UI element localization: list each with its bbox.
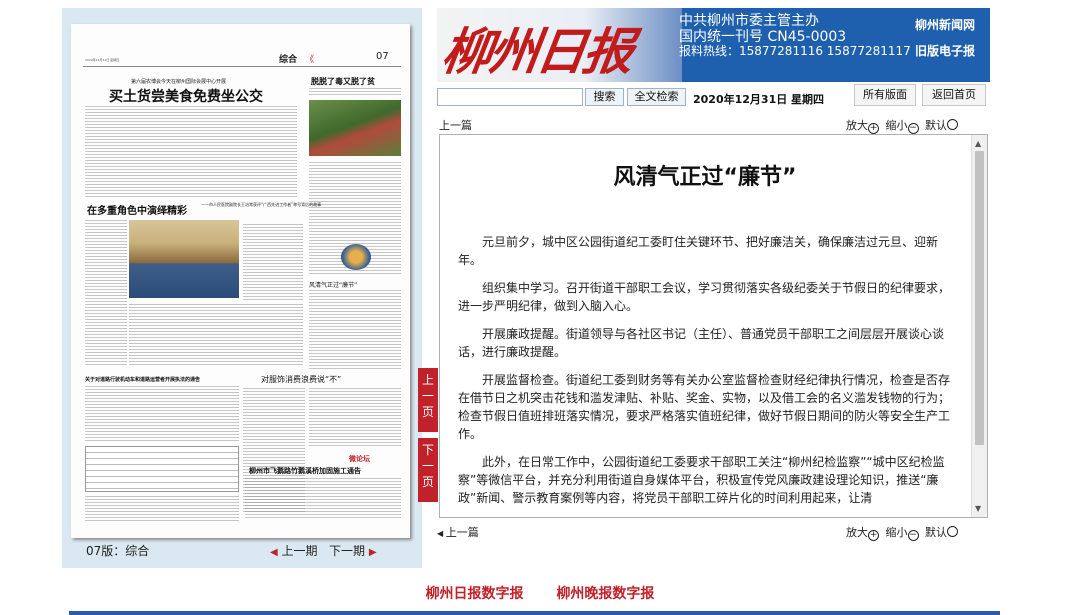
prev-article-label: 上一篇 [445, 526, 479, 539]
paper-table [85, 446, 239, 492]
zoom-out-link[interactable]: 缩小 − [885, 119, 922, 134]
zoom-in-link[interactable]: 放大 + [846, 119, 882, 134]
paper-section-arrow-icon: 《 [305, 55, 315, 65]
paper-headline2-sub: ——市人民医院副院长王冶常获评“广西先进工作者”称号背后的故事 [201, 202, 322, 207]
article-title: 风清气正过“廉节” [613, 165, 797, 190]
paper-date-line: 2020年12月31日 星期四 [85, 58, 120, 62]
paper-headline5: 对服饰消费浪费说“不” [261, 375, 342, 384]
paper-section: 综合 [279, 55, 298, 65]
scroll-down-arrow-icon[interactable]: ▼ [975, 504, 981, 513]
zoom-default-link[interactable]: 默认 [925, 119, 961, 132]
site-header: 柳州日报 中共柳州市委主管主办 国内统一刊号 CN45-0003 报料热线：15… [437, 8, 990, 82]
circle-icon [947, 526, 958, 537]
edition-label: 07版：综合 [86, 544, 150, 558]
plus-circle-icon: + [868, 530, 879, 541]
daily-digital-link[interactable]: 柳州日报数字报 [426, 586, 524, 602]
plus-circle-icon: + [868, 123, 879, 134]
news-net-link[interactable]: 柳州新闻网 [915, 16, 975, 33]
logo[interactable]: 柳州日报 [438, 12, 636, 82]
left-footer: 07版：综合 ◀ 上一期 下一期 ▶ [86, 542, 386, 558]
next-page-tab[interactable]: 下一页 [418, 438, 438, 502]
footer-bar [69, 611, 1000, 615]
paper-text-block [245, 478, 401, 518]
evening-digital-link[interactable]: 柳州晚报数字报 [556, 586, 654, 602]
newspaper-panel: 2020年12月31日 星期四 综合 《 07 第六届农博会今天在柳州国际会展中… [62, 8, 422, 568]
zoom-default-link[interactable]: 默认 [925, 526, 961, 539]
zoom-in-label: 放大 [846, 119, 868, 132]
old-edition-link[interactable]: 旧版电子报 [915, 42, 975, 59]
zoom-out-label: 缩小 [885, 526, 908, 539]
next-issue-link[interactable]: 下一期 [329, 544, 365, 558]
search-button[interactable]: 搜索 [585, 88, 624, 106]
paper-text-block [129, 304, 303, 366]
paper-headline4: 风清气正过“廉节” [309, 282, 358, 289]
article-paragraph: 元旦前夕，城中区公园街道纪工委盯住关键环节、把好廉洁关，确保廉洁过元旦、迎新年。 [458, 235, 939, 267]
paper-headline2: 在多重角色中演绎精彩 [87, 206, 187, 217]
paper-text-block [85, 220, 127, 366]
paper-photo-conference [129, 220, 239, 298]
minus-circle-icon: − [907, 530, 919, 541]
prev-article-link[interactable]: 上一篇 [439, 117, 472, 133]
article-scrollbar[interactable]: ▲ ▼ [971, 135, 987, 517]
circle-icon [947, 119, 958, 130]
fulltext-search-button[interactable]: 全文检索 [627, 88, 686, 106]
prev-page-tab[interactable]: 上一页 [418, 368, 438, 432]
triangle-left-small-icon: ◀ [437, 529, 446, 538]
zoom-default-label: 默认 [925, 526, 947, 539]
zoom-out-link[interactable]: 缩小 − [885, 526, 922, 541]
search-input[interactable] [437, 88, 583, 106]
issue-nav: ◀ 上一期 下一期 ▶ [270, 542, 377, 559]
logo-area: 柳州日报 [437, 8, 682, 82]
zoom-controls-bottom: 放大 + 缩小 − 默认 [846, 524, 961, 541]
triangle-right-icon: ▶ [368, 547, 377, 558]
paper-headline1: 买土货尝美食免费坐公交 [109, 89, 263, 105]
paper-headline6: 关于对道路行驶机动车和道路运营者开展执法的通告 [85, 377, 201, 383]
article-viewer: 风清气正过“廉节” 元旦前夕，城中区公园街道纪工委盯住关键环节、把好廉洁关，确保… [439, 134, 988, 518]
prev-issue-link[interactable]: 上一期 [282, 544, 318, 558]
paper-photo-farm [309, 100, 401, 156]
paper-text-block [85, 106, 297, 198]
article-paragraph: 开展监督检查。街道纪工委到财务等有关办公室监督检查财经纪律执行情况，检查是否存在… [458, 373, 951, 441]
newspaper-page-image[interactable]: 2020年12月31日 星期四 综合 《 07 第六届农博会今天在柳州国际会展中… [71, 24, 410, 538]
article-paragraph: 此外，在日常工作中，公园街道纪工委要求干部职工关注“柳州纪检监察”“城中区纪检监… [458, 455, 945, 505]
paper-headline1-sub: 第六届农博会今天在柳州国际会展中心开展 [131, 79, 227, 85]
article-paragraph: 开展廉政提醒。街道领导与各社区书记（主任）、普通党员干部职工之间层层开展谈心谈话… [458, 327, 945, 359]
zoom-in-link[interactable]: 放大 + [846, 526, 882, 541]
paper-rule [83, 66, 401, 67]
paper-forum-label: 微论坛 [349, 455, 370, 463]
paper-text-block [243, 224, 303, 300]
header-hotline: 报料热线：15877281116 15877281117 [679, 44, 911, 58]
scrollbar-thumb[interactable] [975, 151, 984, 445]
issue-date: 2020年12月31日 星期四 [693, 93, 825, 106]
paper-headline7: 柳州市飞鹅路竹鹅溪桥加固施工通告 [249, 467, 361, 475]
paper-text-block [309, 290, 401, 370]
scroll-up-arrow-icon[interactable]: ▲ [975, 139, 981, 148]
article-paragraph: 组织集中学习。召开街道干部职工会议，学习贯彻落实各级纪委关于节假日的纪律要求，进… [458, 281, 951, 313]
minus-circle-icon: − [907, 123, 919, 134]
paper-text-block [85, 386, 239, 442]
article-content: 风清气正过“廉节” 元旦前夕，城中区公园街道纪工委盯住关键环节、把好廉洁关，确保… [440, 135, 971, 517]
zoom-default-label: 默认 [925, 119, 947, 132]
paper-text-block [85, 496, 239, 522]
paper-badge-icon [341, 244, 371, 270]
prev-article-link-bottom[interactable]: ◀ 上一篇 [437, 524, 479, 540]
paper-page-number: 07 [376, 51, 389, 62]
triangle-left-icon: ◀ [270, 547, 278, 558]
page-root: 2020年12月31日 星期四 综合 《 07 第六届农博会今天在柳州国际会展中… [0, 0, 1080, 615]
paper-text-block [309, 88, 401, 96]
bottom-links: 柳州日报数字报 柳州晚报数字报 [0, 583, 1080, 603]
zoom-out-label: 缩小 [885, 119, 908, 132]
zoom-controls: 放大 + 缩小 − 默认 [846, 117, 961, 134]
all-layouts-button[interactable]: 所有版面 [854, 84, 916, 106]
back-home-button[interactable]: 返回首页 [922, 84, 986, 106]
paper-headline3: 脱脱了毒又脱了贫 [311, 77, 375, 86]
paper-text-block [309, 388, 401, 448]
zoom-in-label: 放大 [846, 526, 868, 539]
